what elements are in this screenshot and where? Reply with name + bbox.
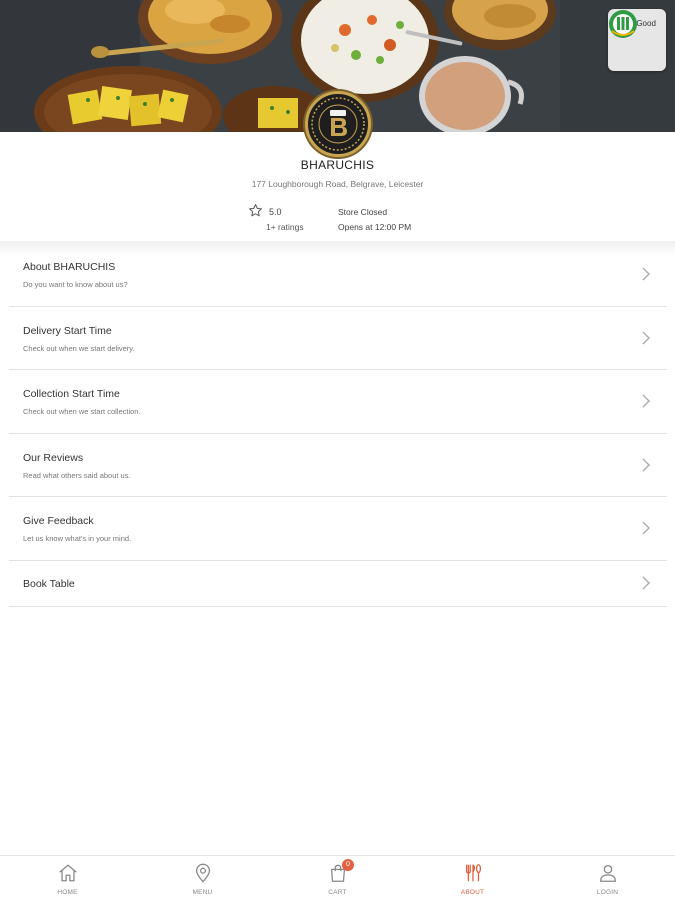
cutlery-icon [465,864,481,882]
restaurant-info: BHARUCHIS 177 Loughborough Road, Belgrav… [0,158,675,189]
nav-login[interactable]: LOGIN [540,856,675,900]
chevron-right-icon [642,394,650,408]
store-status: Store Closed [338,207,388,217]
store-opening-time: Opens at 12:00 PM [338,222,412,232]
star-icon [249,204,262,217]
list-item-subtitle: Let us know what's in your mind. [23,534,132,543]
list-item-title: Book Table [23,577,75,590]
chevron-right-icon [642,576,650,589]
nav-about[interactable]: ABOUT [405,856,540,900]
list-item-title: Collection Start Time [23,388,120,400]
list-item-title: About BHARUCHIS [23,261,116,273]
list-item-title: Delivery Start Time [23,324,112,337]
nav-label: LOGIN [596,889,619,896]
list-item-subtitle: Read what others said about us. [23,470,131,480]
our-reviews-item[interactable]: Our Reviews Read what others said about … [9,434,667,497]
home-icon [58,864,77,882]
food-hygiene-badge[interactable]: Very Good [608,9,666,71]
user-icon [599,865,616,882]
rating-value: 5.0 [269,207,282,217]
list-item-title: Give Feedback [23,515,94,527]
chevron-right-icon [642,267,650,281]
restaurant-meta: 5.0 1+ ratings Store Closed Opens at 12:… [248,203,448,235]
delivery-start-time-item[interactable]: Delivery Start Time Check out when we st… [9,307,667,370]
rating-count: 1+ ratings [266,222,304,232]
about-menu-list: About BHARUCHIS Do you want to know abou… [9,243,667,607]
collection-start-time-item[interactable]: Collection Start Time Check out when we … [9,370,667,434]
list-item-title: Our Reviews [23,451,84,464]
list-item-subtitle: Check out when we start delivery. [23,343,135,353]
nav-home[interactable]: HOME [0,856,135,900]
book-table-item[interactable]: Book Table [9,561,667,607]
nav-menu[interactable]: MENU [135,856,270,900]
restaurant-address: 177 Loughborough Road, Belgrave, Leicest… [251,179,424,189]
cart-count-badge: 0 [342,859,354,871]
nav-label: CART [328,889,347,896]
nav-cart[interactable]: 0 CART [270,856,405,900]
food-hygiene-rating-icon [609,10,637,38]
restaurant-logo [305,91,371,157]
map-pin-icon [195,863,210,883]
chevron-right-icon [642,331,650,344]
bottom-navigation: HOME MENU 0 CART ABOUT LOGIN [0,855,675,900]
about-restaurant-item[interactable]: About BHARUCHIS Do you want to know abou… [9,243,667,307]
nav-label: HOME [57,889,78,896]
chevron-right-icon [642,458,650,471]
give-feedback-item[interactable]: Give Feedback Let us know what's in your… [9,497,667,561]
restaurant-name: BHARUCHIS [300,158,375,172]
list-item-subtitle: Check out when we start collection. [23,407,141,416]
nav-label: MENU [192,889,213,896]
chevron-right-icon [642,521,650,535]
list-item-subtitle: Do you want to know about us? [23,280,128,289]
bharuchis-logo-icon [311,97,365,151]
nav-label: ABOUT [460,889,485,896]
